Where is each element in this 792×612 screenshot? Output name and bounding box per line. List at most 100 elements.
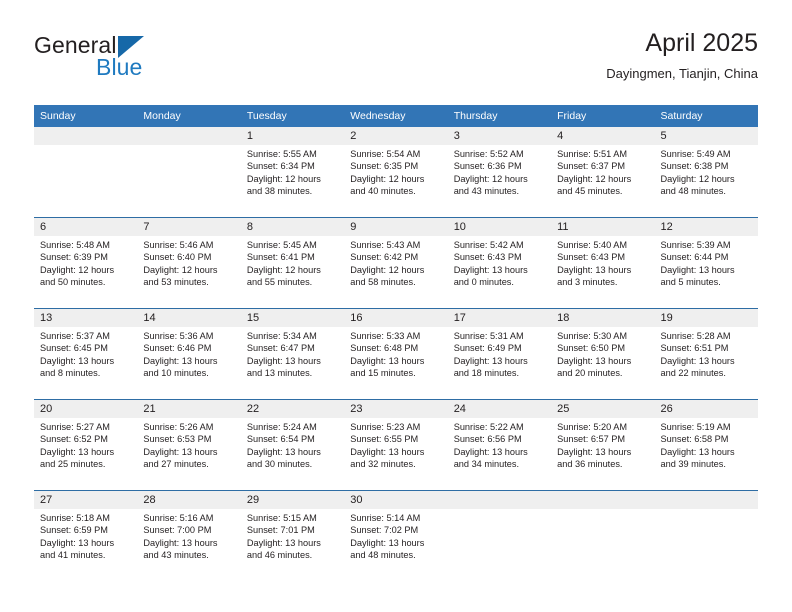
calendar-day-cell[interactable]: 16 Sunrise: 5:33 AM Sunset: 6:48 PM Dayligh… — [344, 308, 448, 400]
empty-cell-inner — [34, 127, 138, 217]
calendar-day-cell[interactable]: 22 Sunrise: 5:24 AM Sunset: 6:54 PM Dayligh… — [240, 399, 345, 491]
day-daylight-line2-text: and 27 minutes. — [143, 459, 209, 470]
page-subtitle: Dayingmen, Tianjin, China — [606, 66, 758, 81]
day-daylight-line2-text: and 41 minutes. — [40, 550, 106, 561]
calendar-day-cell[interactable]: 27 Sunrise: 5:18 AM Sunset: 6:59 PM Dayligh… — [34, 490, 138, 581]
calendar-day-cell[interactable]: 14 Sunrise: 5:36 AM Sunset: 6:46 PM Dayligh… — [137, 308, 241, 400]
calendar-day-cell[interactable]: 24 Sunrise: 5:22 AM Sunset: 6:56 PM Dayligh… — [447, 399, 552, 491]
day-cell-inner: 25 Sunrise: 5:20 AM Sunset: 6:57 PM Dayligh… — [551, 400, 655, 490]
day-number: 16 — [344, 309, 448, 327]
calendar-day-cell[interactable]: 20 Sunrise: 5:27 AM Sunset: 6:52 PM Dayligh… — [34, 399, 138, 491]
day-number: 11 — [551, 218, 655, 236]
day-sunset-text: Sunset: 6:44 PM — [660, 252, 729, 263]
calendar-day-cell[interactable]: 11 Sunrise: 5:40 AM Sunset: 6:43 PM Dayligh… — [551, 217, 655, 309]
day-daylight-line1-text: Daylight: 13 hours — [453, 264, 528, 275]
day-details: Sunrise: 5:27 AM Sunset: 6:52 PM Daylight:… — [34, 418, 137, 471]
day-details: Sunrise: 5:19 AM Sunset: 6:58 PM Daylight:… — [655, 418, 758, 471]
day-details: Sunrise: 5:37 AM Sunset: 6:45 PM Daylight:… — [34, 327, 137, 380]
calendar-day-cell[interactable]: 26 Sunrise: 5:19 AM Sunset: 6:58 PM Dayligh… — [654, 399, 758, 491]
calendar-day-cell-empty — [551, 490, 655, 581]
calendar-day-cell-empty — [137, 127, 241, 218]
calendar-day-cell[interactable]: 8 Sunrise: 5:45 AM Sunset: 6:41 PM Daylight… — [240, 217, 345, 309]
calendar-day-cell[interactable]: 19 Sunrise: 5:28 AM Sunset: 6:51 PM Dayligh… — [654, 308, 758, 400]
calendar-day-cell[interactable]: 5 Sunrise: 5:49 AM Sunset: 6:38 PM Daylight… — [654, 127, 758, 218]
day-cell-inner: 12 Sunrise: 5:39 AM Sunset: 6:44 PM Dayligh… — [654, 218, 758, 308]
calendar-day-cell[interactable]: 13 Sunrise: 5:37 AM Sunset: 6:45 PM Dayligh… — [34, 308, 138, 400]
calendar-day-cell[interactable]: 7 Sunrise: 5:46 AM Sunset: 6:40 PM Daylight… — [137, 217, 241, 309]
empty-cell-inner — [551, 491, 655, 581]
day-sunset-text: Sunset: 6:43 PM — [557, 252, 626, 263]
day-daylight-line2-text: and 39 minutes. — [660, 459, 726, 470]
calendar-day-cell[interactable]: 15 Sunrise: 5:34 AM Sunset: 6:47 PM Dayligh… — [240, 308, 345, 400]
calendar-day-cell[interactable]: 3 Sunrise: 5:52 AM Sunset: 6:36 PM Daylight… — [447, 127, 552, 218]
general-blue-logo[interactable]: General Blue — [34, 32, 274, 92]
calendar-day-cell[interactable]: 30 Sunrise: 5:14 AM Sunset: 7:02 PM Dayligh… — [344, 490, 448, 581]
day-daylight-line2-text: and 43 minutes. — [143, 550, 209, 561]
day-details: Sunrise: 5:31 AM Sunset: 6:49 PM Daylight:… — [448, 327, 551, 380]
calendar-day-cell[interactable]: 23 Sunrise: 5:23 AM Sunset: 6:55 PM Dayligh… — [344, 399, 448, 491]
calendar-day-cell[interactable]: 21 Sunrise: 5:26 AM Sunset: 6:53 PM Dayligh… — [137, 399, 241, 491]
day-sunrise-text: Sunrise: 5:23 AM — [350, 422, 421, 432]
day-number: 12 — [654, 218, 758, 236]
page-header: General Blue April 2025 Dayingmen, Tianj… — [34, 28, 758, 94]
day-daylight-line1-text: Daylight: 13 hours — [350, 446, 425, 457]
calendar-day-cell[interactable]: 17 Sunrise: 5:31 AM Sunset: 6:49 PM Dayligh… — [447, 308, 552, 400]
day-daylight-line1-text: Daylight: 13 hours — [40, 446, 115, 457]
day-number: 9 — [344, 218, 448, 236]
day-cell-inner: 1 Sunrise: 5:55 AM Sunset: 6:34 PM Daylight… — [240, 127, 345, 217]
day-sunrise-text: Sunrise: 5:33 AM — [350, 331, 421, 341]
day-sunrise-text: Sunrise: 5:18 AM — [40, 513, 110, 523]
day-details: Sunrise: 5:30 AM Sunset: 6:50 PM Daylight:… — [551, 327, 654, 380]
day-daylight-line1-text: Daylight: 13 hours — [350, 355, 425, 366]
day-sunset-text: Sunset: 6:58 PM — [660, 434, 729, 445]
day-number: 30 — [344, 491, 448, 509]
day-details: Sunrise: 5:14 AM Sunset: 7:02 PM Daylight:… — [344, 509, 447, 562]
calendar-day-cell[interactable]: 10 Sunrise: 5:42 AM Sunset: 6:43 PM Dayligh… — [447, 217, 552, 309]
calendar-day-cell[interactable]: 12 Sunrise: 5:39 AM Sunset: 6:44 PM Dayligh… — [654, 217, 758, 309]
calendar-day-cell[interactable]: 29 Sunrise: 5:15 AM Sunset: 7:01 PM Dayligh… — [240, 490, 345, 581]
calendar-day-cell[interactable]: 2 Sunrise: 5:54 AM Sunset: 6:35 PM Daylight… — [344, 127, 448, 218]
day-number: 23 — [344, 400, 448, 418]
day-details: Sunrise: 5:20 AM Sunset: 6:57 PM Daylight:… — [551, 418, 654, 471]
day-sunrise-text: Sunrise: 5:20 AM — [557, 422, 628, 432]
day-sunset-text: Sunset: 6:45 PM — [40, 343, 108, 354]
day-daylight-line1-text: Daylight: 13 hours — [246, 446, 321, 457]
day-sunset-text: Sunset: 6:54 PM — [246, 434, 315, 445]
day-sunrise-text: Sunrise: 5:22 AM — [453, 422, 524, 432]
day-number: 10 — [447, 218, 552, 236]
calendar-day-cell[interactable]: 4 Sunrise: 5:51 AM Sunset: 6:37 PM Daylight… — [551, 127, 655, 218]
calendar-day-cell-empty — [447, 490, 552, 581]
calendar-day-cell[interactable]: 1 Sunrise: 5:55 AM Sunset: 6:34 PM Daylight… — [240, 127, 345, 218]
day-sunrise-text: Sunrise: 5:34 AM — [246, 331, 317, 341]
day-sunrise-text: Sunrise: 5:52 AM — [453, 149, 524, 159]
day-sunset-text: Sunset: 6:43 PM — [453, 252, 522, 263]
day-sunset-text: Sunset: 7:00 PM — [143, 525, 212, 536]
calendar-day-cell[interactable]: 18 Sunrise: 5:30 AM Sunset: 6:50 PM Dayligh… — [551, 308, 655, 400]
calendar-day-cell[interactable]: 25 Sunrise: 5:20 AM Sunset: 6:57 PM Dayligh… — [551, 399, 655, 491]
day-daylight-line1-text: Daylight: 13 hours — [660, 446, 735, 457]
day-cell-inner: 27 Sunrise: 5:18 AM Sunset: 6:59 PM Dayligh… — [34, 491, 138, 581]
calendar-day-cell[interactable]: 28 Sunrise: 5:16 AM Sunset: 7:00 PM Dayligh… — [137, 490, 241, 581]
day-sunset-text: Sunset: 6:55 PM — [350, 434, 419, 445]
day-cell-inner: 15 Sunrise: 5:34 AM Sunset: 6:47 PM Dayligh… — [240, 309, 345, 399]
day-daylight-line1-text: Daylight: 13 hours — [246, 537, 321, 548]
day-cell-inner: 22 Sunrise: 5:24 AM Sunset: 6:54 PM Dayligh… — [240, 400, 345, 490]
day-daylight-line1-text: Daylight: 12 hours — [350, 264, 425, 275]
day-daylight-line2-text: and 55 minutes. — [246, 277, 313, 288]
day-details: Sunrise: 5:40 AM Sunset: 6:43 PM Daylight:… — [551, 236, 654, 289]
calendar-table: Sunday Monday Tuesday Wednesday Thursday… — [34, 105, 758, 581]
day-sunset-text: Sunset: 6:47 PM — [246, 343, 315, 354]
day-daylight-line1-text: Daylight: 12 hours — [246, 173, 321, 184]
day-daylight-line2-text: and 10 minutes. — [143, 368, 209, 379]
calendar-body: 1 Sunrise: 5:55 AM Sunset: 6:34 PM Daylight… — [34, 127, 758, 581]
day-cell-inner: 3 Sunrise: 5:52 AM Sunset: 6:36 PM Daylight… — [447, 127, 552, 217]
calendar-day-cell[interactable]: 9 Sunrise: 5:43 AM Sunset: 6:42 PM Daylight… — [344, 217, 448, 309]
calendar-day-cell[interactable]: 6 Sunrise: 5:48 AM Sunset: 6:39 PM Daylight… — [34, 217, 138, 309]
day-sunset-text: Sunset: 6:35 PM — [350, 161, 419, 172]
day-daylight-line2-text: and 30 minutes. — [246, 459, 313, 470]
day-cell-inner: 7 Sunrise: 5:46 AM Sunset: 6:40 PM Daylight… — [137, 218, 241, 308]
day-sunrise-text: Sunrise: 5:26 AM — [143, 422, 214, 432]
day-sunrise-text: Sunrise: 5:39 AM — [660, 240, 731, 250]
day-sunrise-text: Sunrise: 5:51 AM — [557, 149, 628, 159]
day-daylight-line1-text: Daylight: 13 hours — [557, 264, 632, 275]
